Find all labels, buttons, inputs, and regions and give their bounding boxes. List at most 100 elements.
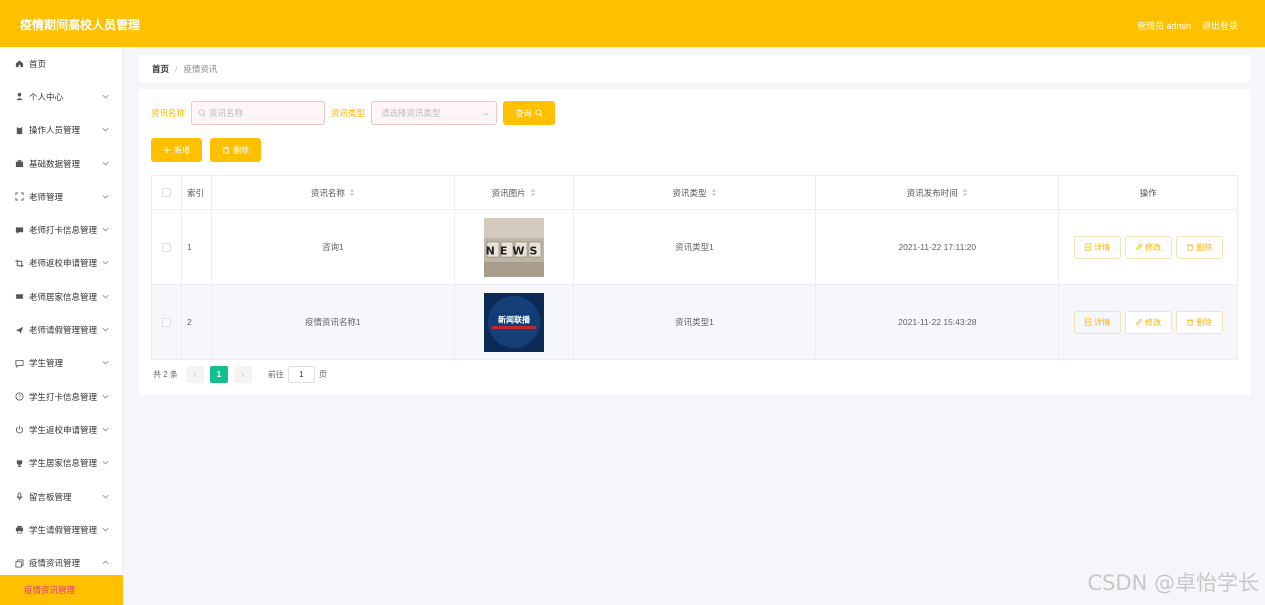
- sort-icon[interactable]: [962, 188, 968, 197]
- edit-label: 修改: [1145, 317, 1162, 327]
- help-icon: ?: [14, 392, 24, 402]
- query-button-label: 查询: [515, 108, 532, 118]
- clipboard-icon: [14, 125, 24, 135]
- sidebar-item[interactable]: 老师打卡信息管理: [0, 213, 122, 246]
- chevron-down-icon: [102, 427, 109, 432]
- power-icon: [14, 425, 24, 435]
- sidebar-item[interactable]: 老师管理: [0, 180, 122, 213]
- detail-label: 详情: [1094, 242, 1111, 252]
- query-button[interactable]: 查询: [503, 101, 556, 125]
- trash-icon: [1186, 244, 1194, 251]
- add-button-label: 新增: [174, 145, 190, 155]
- type-select-placeholder: 请选择资讯类型: [381, 108, 441, 118]
- document-icon: [1084, 243, 1092, 251]
- sidebar-item[interactable]: 个人中心: [0, 80, 122, 113]
- header-select-all[interactable]: [152, 176, 182, 209]
- detail-label: 详情: [1094, 317, 1111, 327]
- briefcase-icon: [14, 159, 24, 169]
- row-checkbox[interactable]: [161, 242, 171, 252]
- header-time[interactable]: 资讯发布时间: [816, 176, 1060, 209]
- header-type[interactable]: 资讯类型: [574, 176, 817, 209]
- row-select-cell[interactable]: [152, 285, 182, 359]
- breadcrumb-current: 疫情资讯: [183, 63, 218, 74]
- row-name: 疫情资讯名称1: [212, 285, 455, 359]
- chevron-up-icon: [102, 560, 109, 565]
- logout-link[interactable]: 退出登录: [1202, 19, 1238, 32]
- delete-button[interactable]: 删除: [1175, 310, 1223, 334]
- sort-icon[interactable]: [711, 188, 717, 197]
- sidebar-item[interactable]: 老师请假管理管理: [0, 313, 122, 346]
- prev-page-button[interactable]: [185, 366, 204, 383]
- row-checkbox[interactable]: [161, 317, 171, 327]
- sidebar-item[interactable]: 首页: [0, 47, 122, 80]
- send-icon: [14, 325, 24, 335]
- sidebar-item[interactable]: 基础数据管理: [0, 147, 122, 180]
- page-1-button[interactable]: 1: [209, 366, 228, 383]
- sidebar-item[interactable]: 老师返校申请管理: [0, 247, 122, 280]
- edit-button[interactable]: 修改: [1124, 235, 1172, 259]
- chevron-down-icon: [102, 527, 109, 532]
- chevron-down-icon: [102, 394, 109, 399]
- sidebar-item[interactable]: ? 学生打卡信息管理: [0, 380, 122, 413]
- detail-button[interactable]: 详情: [1073, 310, 1121, 334]
- sidebar-item[interactable]: 操作人员管理: [0, 114, 122, 147]
- sidebar-item[interactable]: 学生居家信息管理: [0, 447, 122, 480]
- svg-text:?: ?: [18, 395, 21, 401]
- name-search-placeholder: 资讯名称: [209, 108, 244, 118]
- type-select[interactable]: 请选择资讯类型: [371, 101, 498, 125]
- sort-icon[interactable]: [530, 188, 536, 197]
- sidebar-item-label: 老师打卡信息管理: [29, 225, 98, 236]
- sidebar-item[interactable]: 学生管理: [0, 347, 122, 380]
- printer-icon: [14, 525, 24, 535]
- chevron-down-icon: [102, 327, 109, 332]
- chat-icon: [14, 225, 24, 235]
- sidebar-item-label: 学生打卡信息管理: [29, 391, 98, 402]
- thumb1-text: NEWS: [485, 244, 542, 257]
- chevron-down-icon: [102, 494, 109, 498]
- detail-button[interactable]: 详情: [1073, 235, 1121, 259]
- type-label: 资讯类型: [331, 108, 366, 118]
- sidebar-item[interactable]: 学生返校申请管理: [0, 413, 122, 446]
- news-image[interactable]: NEWS: [483, 217, 544, 277]
- delete-label: 删除: [1196, 317, 1213, 327]
- breadcrumb-home[interactable]: 首页: [152, 63, 169, 75]
- select-all-checkbox[interactable]: [161, 188, 171, 197]
- name-search-input[interactable]: 资讯名称: [191, 101, 326, 125]
- sidebar-item[interactable]: 留言板管理: [0, 480, 122, 513]
- sidebar-item-label: 个人中心: [29, 91, 64, 102]
- page-unit-label: 页: [318, 370, 327, 379]
- row-index: 1: [182, 210, 212, 284]
- news-broadcast-image[interactable]: 新闻联播: [483, 292, 544, 352]
- delete-button[interactable]: 删除: [1175, 235, 1223, 259]
- row-operations: 详情 修改 删除: [1059, 210, 1239, 284]
- sidebar-item[interactable]: 老师居家信息管理: [0, 280, 122, 313]
- cup-icon: [14, 458, 24, 468]
- sidebar-subitem-news-manage[interactable]: 疫情资讯管理: [0, 575, 123, 605]
- search-icon: [198, 109, 206, 117]
- sidebar-item-label: 学生返校申请管理: [29, 424, 98, 435]
- header-name[interactable]: 资讯名称: [212, 176, 455, 209]
- trash-icon: [222, 146, 230, 154]
- copy-icon: [14, 558, 24, 568]
- header-index: 索引: [182, 176, 212, 209]
- pagination: 共 2 条 1 前往 1 页: [153, 366, 327, 383]
- row-name: 咨询1: [212, 210, 455, 284]
- mic-icon: [14, 492, 24, 502]
- next-page-button[interactable]: [233, 366, 252, 383]
- goto-page-input[interactable]: 1: [287, 366, 315, 383]
- table-row: 1 咨询1 NEWS 资讯类型1 2021-11-22 17:11:20 详情: [152, 210, 1239, 285]
- sort-icon[interactable]: [349, 188, 355, 197]
- row-select-cell[interactable]: [152, 210, 182, 284]
- row-type: 资讯类型1: [574, 285, 817, 359]
- sidebar-item-label: 老师管理: [29, 191, 64, 202]
- batch-delete-button[interactable]: 删除: [210, 138, 261, 162]
- sidebar-item[interactable]: 学生请假管理管理: [0, 513, 122, 546]
- edit-button[interactable]: 修改: [1124, 310, 1172, 334]
- chevron-down-icon: [102, 194, 109, 199]
- document-icon: [1084, 318, 1092, 326]
- row-index: 2: [182, 285, 212, 359]
- sidebar-item-label: 学生管理: [29, 358, 64, 369]
- add-button[interactable]: 新增: [151, 138, 202, 162]
- crop-icon: [14, 258, 24, 268]
- header-image[interactable]: 资讯图片: [455, 176, 574, 209]
